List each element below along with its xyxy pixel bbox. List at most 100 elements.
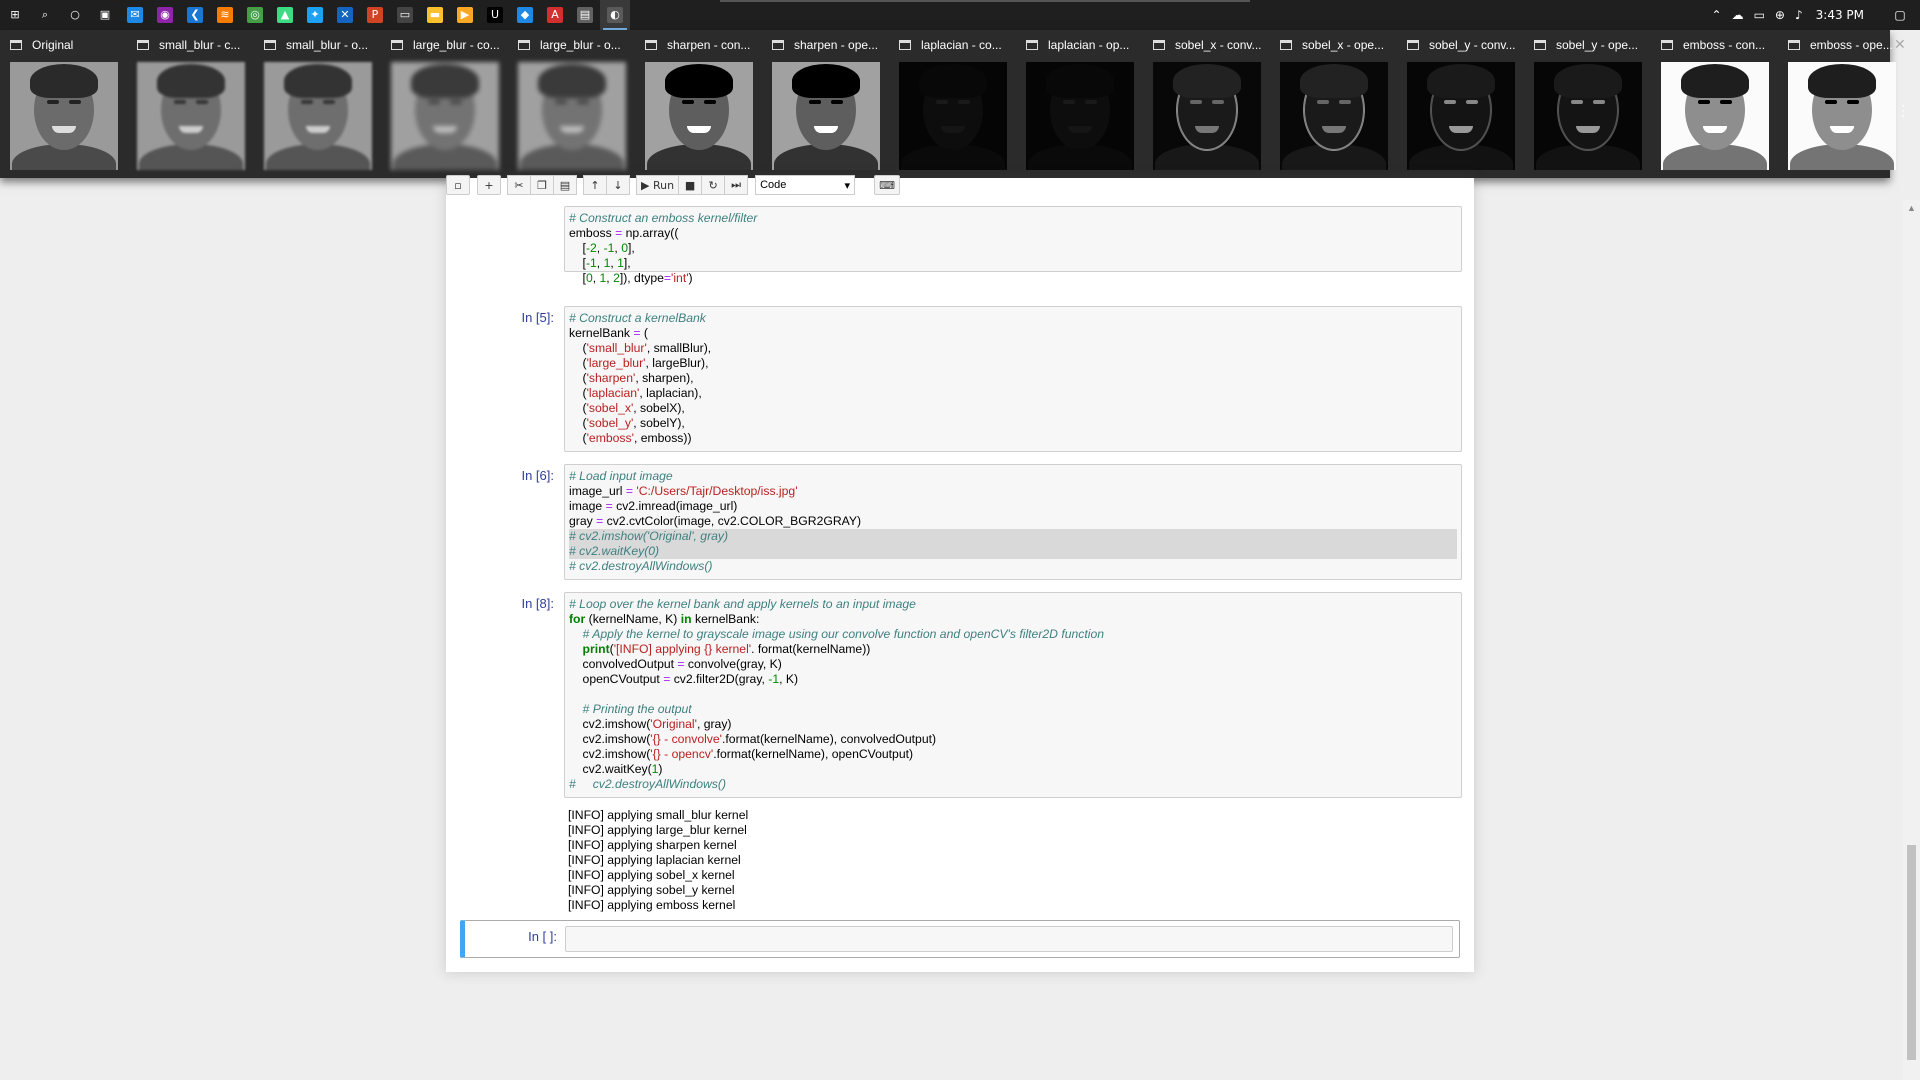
window-thumbnail[interactable]: emboss - con... bbox=[1653, 30, 1777, 178]
save-icon[interactable]: ▫ bbox=[446, 175, 470, 195]
code-token: ]), dtype bbox=[619, 271, 664, 285]
window-thumbnail[interactable]: large_blur - co... bbox=[383, 30, 507, 178]
portrait-hair bbox=[30, 64, 98, 98]
onedrive-icon[interactable]: ☁ bbox=[1727, 8, 1749, 22]
scroll-up-icon[interactable]: ▲ bbox=[1903, 200, 1920, 217]
jupyter-icon[interactable]: ≋ bbox=[210, 0, 240, 30]
code-line: image = cv2.imread(image_url) bbox=[569, 499, 1457, 514]
cell-type-select[interactable]: Code ▾ bbox=[755, 175, 856, 195]
code-token: # Printing the output bbox=[582, 702, 692, 716]
code-token: ( bbox=[569, 371, 587, 385]
code-token: -2 bbox=[585, 241, 597, 255]
window-thumbnail[interactable]: small_blur - o... bbox=[256, 30, 380, 178]
window-thumbnail[interactable]: sharpen - ope... bbox=[764, 30, 888, 178]
code-token: # cv2.waitKey(0) bbox=[569, 544, 660, 558]
cortana-icon[interactable]: ○ bbox=[60, 0, 90, 30]
window-thumbnail[interactable]: large_blur - o... bbox=[510, 30, 634, 178]
ide-icon[interactable]: U bbox=[480, 0, 510, 30]
window-icon bbox=[518, 40, 530, 50]
code-line: openCVoutput = cv2.filter2D(gray, -1, K) bbox=[569, 672, 1457, 687]
code-token: # Construct a kernelBank bbox=[569, 311, 706, 325]
file-explorer-icon-glyph: ▬ bbox=[427, 7, 443, 23]
xampp-icon[interactable]: ✕ bbox=[330, 0, 360, 30]
android-studio-icon[interactable]: ▲ bbox=[270, 0, 300, 30]
chrome-icon[interactable]: ◎ bbox=[240, 0, 270, 30]
vscode-icon[interactable]: ❮ bbox=[180, 0, 210, 30]
run-button[interactable]: ▶ Run bbox=[636, 175, 680, 195]
video-icon[interactable]: ▶ bbox=[450, 0, 480, 30]
active-empty-cell[interactable]: In [ ]: bbox=[460, 920, 1460, 958]
fast-forward-icon[interactable]: ⏭ bbox=[724, 175, 749, 195]
window-thumbnail[interactable]: sobel_x - ope... bbox=[1272, 30, 1396, 178]
code-editor[interactable] bbox=[565, 926, 1453, 952]
python-window-icon[interactable]: ◐ bbox=[600, 0, 630, 30]
keyboard-icon[interactable]: ⌨ bbox=[874, 175, 900, 195]
code-token: ( bbox=[569, 356, 587, 370]
taskbar-highlight-strip bbox=[720, 0, 1250, 2]
cut-icon[interactable]: ✂ bbox=[507, 175, 531, 195]
store-icon-glyph: ▣ bbox=[97, 7, 113, 23]
paste-icon[interactable]: ▤ bbox=[553, 175, 577, 195]
window-icon[interactable]: ▤ bbox=[570, 0, 600, 30]
notebook-toolbar: ▫ + ✂ ❐ ▤ ↑ ↓ ▶ Run ■ ↻ ⏭ Code ▾ ⌨ bbox=[446, 174, 926, 196]
page-scrollbar[interactable]: ▲ bbox=[1903, 200, 1920, 1080]
restart-icon[interactable]: ↻ bbox=[701, 175, 726, 195]
window-thumbnail[interactable]: Original bbox=[2, 30, 126, 178]
mail-icon[interactable]: ✉ bbox=[120, 0, 150, 30]
code-line: # Printing the output bbox=[569, 702, 1457, 717]
thumbnail-title: emboss - ope... bbox=[1810, 38, 1893, 52]
window-thumbnail[interactable]: sobel_x - conv... bbox=[1145, 30, 1269, 178]
start-icon[interactable]: ⊞ bbox=[0, 0, 30, 30]
notification-icon[interactable]: ▢ bbox=[1880, 8, 1920, 22]
window-thumbnail[interactable]: laplacian - op... bbox=[1018, 30, 1142, 178]
tray-chevron-icon[interactable]: ⌃ bbox=[1707, 8, 1727, 22]
thumbnail-header: sobel_x - conv... bbox=[1145, 30, 1269, 60]
code-token: [ bbox=[569, 256, 586, 270]
thumbnail-header: small_blur - c... bbox=[129, 30, 253, 60]
code-editor[interactable]: # Construct a kernelBank kernelBank = ( (… bbox=[564, 306, 1462, 452]
clock[interactable]: 3:43 PM bbox=[1808, 8, 1880, 22]
search-icon[interactable]: ⌕ bbox=[30, 0, 60, 30]
twitter-icon[interactable]: ✦ bbox=[300, 0, 330, 30]
code-editor[interactable]: # Loop over the kernel bank and apply ke… bbox=[564, 592, 1462, 798]
window-thumbnail[interactable]: small_blur - c... bbox=[129, 30, 253, 178]
battery-icon[interactable]: ▭ bbox=[1749, 8, 1770, 22]
media-icon[interactable]: ◉ bbox=[150, 0, 180, 30]
move-up-icon[interactable]: ↑ bbox=[583, 175, 607, 195]
code-line: print('[INFO] applying {} kernel'. forma… bbox=[569, 642, 1457, 657]
window-thumbnail[interactable]: sobel_y - conv... bbox=[1399, 30, 1523, 178]
twitter-icon-glyph: ✦ bbox=[307, 7, 323, 23]
flyout-close-icon[interactable]: ✕ bbox=[1894, 36, 1914, 53]
thumbnail-title: sobel_y - conv... bbox=[1429, 38, 1516, 52]
code-token: -1 bbox=[603, 241, 615, 255]
window-thumbnail[interactable]: sobel_y - ope... bbox=[1526, 30, 1650, 178]
window-thumbnail[interactable]: sharpen - con... bbox=[637, 30, 761, 178]
file-explorer-icon[interactable]: ▬ bbox=[420, 0, 450, 30]
store-icon[interactable]: ▣ bbox=[90, 0, 120, 30]
window-thumbnail[interactable]: laplacian - co... bbox=[891, 30, 1015, 178]
terminal-icon[interactable]: ▭ bbox=[390, 0, 420, 30]
stop-icon[interactable]: ■ bbox=[678, 175, 703, 195]
code-token: gray bbox=[569, 514, 597, 528]
insert-cell-button[interactable]: + bbox=[477, 175, 501, 195]
code-token: cv2.filter2D(gray, bbox=[670, 672, 769, 686]
volume-icon[interactable]: ♪ bbox=[1790, 8, 1808, 22]
code-token: image bbox=[569, 499, 606, 513]
ide-icon-glyph: U bbox=[487, 7, 503, 23]
powerpoint-icon[interactable]: P bbox=[360, 0, 390, 30]
network-icon[interactable]: ⊕ bbox=[1770, 8, 1790, 22]
scrollbar-thumb[interactable] bbox=[1907, 845, 1916, 1060]
portrait-eye bbox=[1825, 100, 1837, 104]
portrait-eye bbox=[1698, 100, 1710, 104]
defender-icon[interactable]: ◆ bbox=[510, 0, 540, 30]
copy-icon[interactable]: ❐ bbox=[530, 175, 554, 195]
code-editor[interactable]: # Load input image image_url = 'C:/Users/… bbox=[564, 464, 1462, 580]
window-thumbnail[interactable]: emboss - ope... bbox=[1780, 30, 1904, 178]
acrobat-icon[interactable]: A bbox=[540, 0, 570, 30]
flyout-more-icon[interactable]: ⋮ bbox=[1896, 102, 1910, 119]
thumbnail-header: emboss - con... bbox=[1653, 30, 1777, 60]
thumbnail-image bbox=[264, 62, 372, 170]
code-editor[interactable]: # Construct an emboss kernel/filter embos… bbox=[564, 206, 1462, 285]
move-down-icon[interactable]: ↓ bbox=[606, 175, 630, 195]
